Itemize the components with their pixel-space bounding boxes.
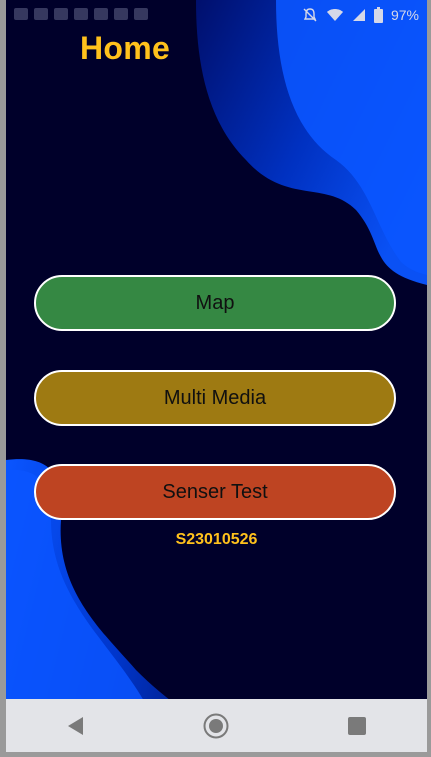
map-button[interactable]: Map: [34, 275, 396, 331]
back-button[interactable]: [56, 706, 96, 746]
system-icons: 97%: [302, 7, 419, 23]
multi-media-button[interactable]: Multi Media: [34, 370, 396, 426]
wifi-icon: [326, 9, 343, 21]
sensor-test-button[interactable]: Senser Test: [34, 464, 396, 520]
mute-icon: [303, 8, 317, 22]
recents-button[interactable]: [337, 706, 377, 746]
battery-icon: [373, 7, 383, 23]
battery-percentage: 97%: [390, 7, 419, 23]
home-button[interactable]: [196, 706, 236, 746]
notification-icon: [114, 8, 128, 20]
status-bar: 97%: [6, 0, 427, 32]
signal-icon: [352, 9, 365, 21]
recents-icon: [347, 716, 366, 735]
notification-icon: [34, 8, 48, 20]
home-icon: [203, 713, 229, 738]
student-id-label: S23010526: [175, 531, 258, 548]
app-screen: 97% Home Map Multi Media Senser Test S23…: [6, 0, 427, 752]
notification-icon: [14, 8, 28, 20]
page-title: Home: [80, 30, 171, 66]
notification-icon: [74, 8, 88, 20]
notification-icon: [94, 8, 108, 20]
notification-icons: [14, 8, 148, 20]
navigation-bar: [6, 699, 427, 752]
back-icon: [68, 716, 84, 735]
notification-icon: [134, 8, 148, 20]
notification-icon: [54, 8, 68, 20]
